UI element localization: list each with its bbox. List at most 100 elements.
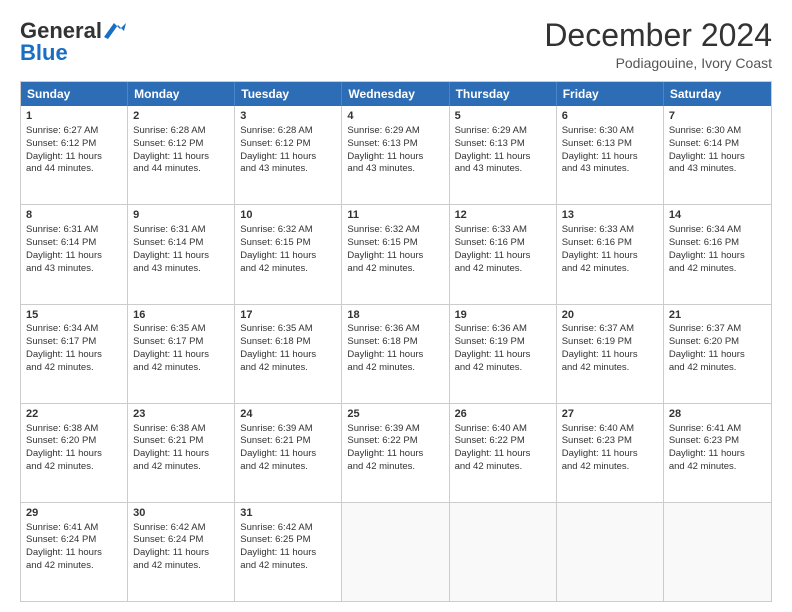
cal-cell-3-0: 22Sunrise: 6:38 AM Sunset: 6:20 PM Dayli…	[21, 404, 128, 502]
header-friday: Friday	[557, 82, 664, 106]
day-info: Sunrise: 6:40 AM Sunset: 6:22 PM Dayligh…	[455, 423, 531, 472]
cal-cell-2-5: 20Sunrise: 6:37 AM Sunset: 6:19 PM Dayli…	[557, 305, 664, 403]
day-info: Sunrise: 6:38 AM Sunset: 6:21 PM Dayligh…	[133, 423, 209, 472]
cal-cell-4-2: 31Sunrise: 6:42 AM Sunset: 6:25 PM Dayli…	[235, 503, 342, 601]
cal-cell-3-1: 23Sunrise: 6:38 AM Sunset: 6:21 PM Dayli…	[128, 404, 235, 502]
cal-cell-1-1: 9Sunrise: 6:31 AM Sunset: 6:14 PM Daylig…	[128, 205, 235, 303]
day-info: Sunrise: 6:35 AM Sunset: 6:18 PM Dayligh…	[240, 323, 316, 372]
day-number: 27	[562, 407, 658, 422]
cal-cell-2-4: 19Sunrise: 6:36 AM Sunset: 6:19 PM Dayli…	[450, 305, 557, 403]
calendar: Sunday Monday Tuesday Wednesday Thursday…	[20, 81, 772, 602]
day-number: 21	[669, 308, 766, 323]
cal-cell-4-0: 29Sunrise: 6:41 AM Sunset: 6:24 PM Dayli…	[21, 503, 128, 601]
cal-cell-4-6	[664, 503, 771, 601]
day-number: 31	[240, 506, 336, 521]
day-info: Sunrise: 6:38 AM Sunset: 6:20 PM Dayligh…	[26, 423, 102, 472]
day-info: Sunrise: 6:27 AM Sunset: 6:12 PM Dayligh…	[26, 125, 102, 174]
cal-row-2: 15Sunrise: 6:34 AM Sunset: 6:17 PM Dayli…	[21, 305, 771, 404]
day-number: 2	[133, 109, 229, 124]
cal-row-0: 1Sunrise: 6:27 AM Sunset: 6:12 PM Daylig…	[21, 106, 771, 205]
cal-cell-0-3: 4Sunrise: 6:29 AM Sunset: 6:13 PM Daylig…	[342, 106, 449, 204]
cal-cell-4-1: 30Sunrise: 6:42 AM Sunset: 6:24 PM Dayli…	[128, 503, 235, 601]
day-number: 19	[455, 308, 551, 323]
month-title: December 2024	[544, 18, 772, 53]
day-info: Sunrise: 6:28 AM Sunset: 6:12 PM Dayligh…	[240, 125, 316, 174]
cal-cell-2-1: 16Sunrise: 6:35 AM Sunset: 6:17 PM Dayli…	[128, 305, 235, 403]
cal-cell-3-3: 25Sunrise: 6:39 AM Sunset: 6:22 PM Dayli…	[342, 404, 449, 502]
calendar-body: 1Sunrise: 6:27 AM Sunset: 6:12 PM Daylig…	[21, 106, 771, 601]
day-number: 10	[240, 208, 336, 223]
day-number: 6	[562, 109, 658, 124]
cal-cell-2-2: 17Sunrise: 6:35 AM Sunset: 6:18 PM Dayli…	[235, 305, 342, 403]
location: Podiagouine, Ivory Coast	[544, 55, 772, 71]
cal-cell-4-3	[342, 503, 449, 601]
cal-cell-2-0: 15Sunrise: 6:34 AM Sunset: 6:17 PM Dayli…	[21, 305, 128, 403]
header-monday: Monday	[128, 82, 235, 106]
day-info: Sunrise: 6:34 AM Sunset: 6:17 PM Dayligh…	[26, 323, 102, 372]
day-number: 1	[26, 109, 122, 124]
cal-row-1: 8Sunrise: 6:31 AM Sunset: 6:14 PM Daylig…	[21, 205, 771, 304]
day-info: Sunrise: 6:39 AM Sunset: 6:21 PM Dayligh…	[240, 423, 316, 472]
day-info: Sunrise: 6:29 AM Sunset: 6:13 PM Dayligh…	[347, 125, 423, 174]
day-number: 11	[347, 208, 443, 223]
cal-cell-3-5: 27Sunrise: 6:40 AM Sunset: 6:23 PM Dayli…	[557, 404, 664, 502]
header-saturday: Saturday	[664, 82, 771, 106]
logo: General Blue	[20, 18, 126, 66]
day-info: Sunrise: 6:28 AM Sunset: 6:12 PM Dayligh…	[133, 125, 209, 174]
day-number: 13	[562, 208, 658, 223]
day-number: 8	[26, 208, 122, 223]
cal-cell-0-5: 6Sunrise: 6:30 AM Sunset: 6:13 PM Daylig…	[557, 106, 664, 204]
logo-bird-icon	[104, 21, 126, 41]
day-info: Sunrise: 6:31 AM Sunset: 6:14 PM Dayligh…	[26, 224, 102, 273]
day-info: Sunrise: 6:35 AM Sunset: 6:17 PM Dayligh…	[133, 323, 209, 372]
day-number: 28	[669, 407, 766, 422]
day-info: Sunrise: 6:33 AM Sunset: 6:16 PM Dayligh…	[455, 224, 531, 273]
header-wednesday: Wednesday	[342, 82, 449, 106]
cal-cell-0-0: 1Sunrise: 6:27 AM Sunset: 6:12 PM Daylig…	[21, 106, 128, 204]
day-number: 4	[347, 109, 443, 124]
day-number: 18	[347, 308, 443, 323]
calendar-header: Sunday Monday Tuesday Wednesday Thursday…	[21, 82, 771, 106]
day-number: 17	[240, 308, 336, 323]
cal-cell-1-4: 12Sunrise: 6:33 AM Sunset: 6:16 PM Dayli…	[450, 205, 557, 303]
cal-cell-4-5	[557, 503, 664, 601]
day-number: 25	[347, 407, 443, 422]
day-info: Sunrise: 6:41 AM Sunset: 6:24 PM Dayligh…	[26, 522, 102, 571]
cal-cell-0-1: 2Sunrise: 6:28 AM Sunset: 6:12 PM Daylig…	[128, 106, 235, 204]
cal-row-3: 22Sunrise: 6:38 AM Sunset: 6:20 PM Dayli…	[21, 404, 771, 503]
day-info: Sunrise: 6:32 AM Sunset: 6:15 PM Dayligh…	[240, 224, 316, 273]
cal-cell-2-3: 18Sunrise: 6:36 AM Sunset: 6:18 PM Dayli…	[342, 305, 449, 403]
day-number: 16	[133, 308, 229, 323]
header-thursday: Thursday	[450, 82, 557, 106]
day-number: 26	[455, 407, 551, 422]
day-info: Sunrise: 6:42 AM Sunset: 6:24 PM Dayligh…	[133, 522, 209, 571]
cal-cell-1-6: 14Sunrise: 6:34 AM Sunset: 6:16 PM Dayli…	[664, 205, 771, 303]
cal-row-4: 29Sunrise: 6:41 AM Sunset: 6:24 PM Dayli…	[21, 503, 771, 601]
cal-cell-0-4: 5Sunrise: 6:29 AM Sunset: 6:13 PM Daylig…	[450, 106, 557, 204]
day-info: Sunrise: 6:40 AM Sunset: 6:23 PM Dayligh…	[562, 423, 638, 472]
day-info: Sunrise: 6:30 AM Sunset: 6:14 PM Dayligh…	[669, 125, 745, 174]
day-info: Sunrise: 6:33 AM Sunset: 6:16 PM Dayligh…	[562, 224, 638, 273]
day-number: 5	[455, 109, 551, 124]
day-info: Sunrise: 6:39 AM Sunset: 6:22 PM Dayligh…	[347, 423, 423, 472]
cal-cell-1-3: 11Sunrise: 6:32 AM Sunset: 6:15 PM Dayli…	[342, 205, 449, 303]
cal-cell-0-2: 3Sunrise: 6:28 AM Sunset: 6:12 PM Daylig…	[235, 106, 342, 204]
day-info: Sunrise: 6:29 AM Sunset: 6:13 PM Dayligh…	[455, 125, 531, 174]
cal-cell-1-5: 13Sunrise: 6:33 AM Sunset: 6:16 PM Dayli…	[557, 205, 664, 303]
cal-cell-1-0: 8Sunrise: 6:31 AM Sunset: 6:14 PM Daylig…	[21, 205, 128, 303]
day-info: Sunrise: 6:30 AM Sunset: 6:13 PM Dayligh…	[562, 125, 638, 174]
day-number: 12	[455, 208, 551, 223]
logo-blue-text: Blue	[20, 40, 68, 66]
day-number: 22	[26, 407, 122, 422]
header-sunday: Sunday	[21, 82, 128, 106]
cal-cell-0-6: 7Sunrise: 6:30 AM Sunset: 6:14 PM Daylig…	[664, 106, 771, 204]
header-tuesday: Tuesday	[235, 82, 342, 106]
cal-cell-3-4: 26Sunrise: 6:40 AM Sunset: 6:22 PM Dayli…	[450, 404, 557, 502]
cal-cell-2-6: 21Sunrise: 6:37 AM Sunset: 6:20 PM Dayli…	[664, 305, 771, 403]
day-number: 24	[240, 407, 336, 422]
day-number: 14	[669, 208, 766, 223]
day-number: 23	[133, 407, 229, 422]
title-block: December 2024 Podiagouine, Ivory Coast	[544, 18, 772, 71]
day-info: Sunrise: 6:34 AM Sunset: 6:16 PM Dayligh…	[669, 224, 745, 273]
cal-cell-4-4	[450, 503, 557, 601]
